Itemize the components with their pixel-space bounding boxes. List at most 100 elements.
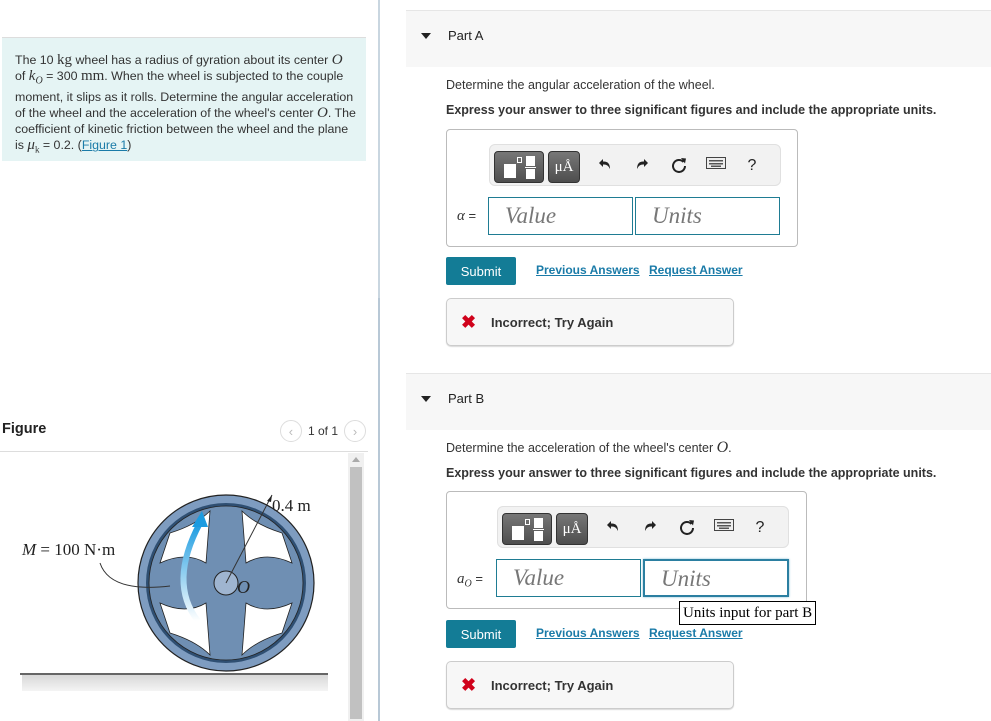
redo-icon: [645, 521, 656, 531]
problem-text: = 0.2.: [39, 138, 78, 153]
radius-label: 0.4 m: [272, 496, 311, 515]
question-text: Determine the acceleration of the wheel'…: [446, 441, 717, 455]
unit-mm: mm: [80, 68, 105, 84]
help-icon: ?: [747, 157, 757, 174]
caret-down-icon: [421, 396, 431, 402]
figure-page-count: 1 of 1: [307, 424, 338, 438]
part-a-request-answer-link[interactable]: Request Answer: [649, 263, 743, 277]
var-O: O: [716, 439, 729, 456]
part-a-units-input[interactable]: Units: [635, 197, 780, 235]
figure-image: 0.4 m O M = 100 N·m: [0, 453, 348, 721]
keyboard-button[interactable]: [705, 155, 727, 169]
chevron-left-icon: ‹: [288, 423, 294, 439]
part-a-previous-answers-link[interactable]: Previous Answers: [536, 263, 640, 277]
keyboard-icon: [714, 519, 734, 531]
equals-sign: =: [471, 571, 483, 586]
part-a-question: Determine the angular acceleration of th…: [446, 78, 715, 92]
part-a-toolbar: μÅ ?: [489, 144, 781, 186]
figure-pager: ‹ 1 of 1 ›: [279, 420, 366, 442]
var-a-sub: O: [464, 578, 472, 590]
problem-text: wheel has a radius of gyration about its…: [72, 53, 332, 67]
ground: [22, 675, 328, 691]
problem-text: of: [15, 69, 29, 83]
scroll-up-icon[interactable]: [352, 457, 360, 462]
undo-button[interactable]: [594, 155, 616, 171]
part-a-answer-box: μÅ ? α = Value Units: [446, 129, 798, 247]
part-b-toolbar: μÅ ?: [497, 506, 789, 548]
var-mu: μ: [27, 137, 35, 154]
figure-header: Figure ‹ 1 of 1 ›: [0, 418, 368, 452]
problem-text: The 10: [15, 53, 58, 67]
units-button[interactable]: μÅ: [548, 151, 580, 183]
next-figure-button[interactable]: ›: [344, 420, 366, 442]
part-b-request-answer-link[interactable]: Request Answer: [649, 626, 743, 640]
figure-scrollbar[interactable]: [348, 453, 364, 721]
paren: ): [127, 138, 132, 153]
part-b-header[interactable]: Part B: [406, 373, 991, 430]
pane-divider-top: [378, 0, 380, 298]
part-a-instruction: Express your answer to three significant…: [446, 103, 937, 117]
moment-label: M = 100 N·m: [21, 540, 115, 559]
problem-text: = 300: [42, 69, 81, 83]
help-button[interactable]: ?: [741, 155, 763, 177]
scrollbar-thumb[interactable]: [350, 467, 362, 719]
var-alpha: α: [457, 208, 465, 224]
keyboard-icon: [706, 157, 726, 169]
equals-sign: =: [464, 208, 477, 223]
left-pane: The 10 kg wheel has a radius of gyration…: [0, 0, 378, 721]
part-b-variable: aO =: [457, 571, 483, 590]
undo-button[interactable]: [602, 517, 624, 533]
part-b-units-input[interactable]: Units: [643, 559, 789, 597]
figure-link[interactable]: Figure 1: [82, 138, 127, 152]
undo-icon: [599, 159, 610, 169]
reset-icon: [680, 520, 694, 535]
problem-statement: The 10 kg wheel has a radius of gyration…: [2, 37, 366, 161]
x-mark-icon: ✖: [461, 675, 477, 695]
redo-button[interactable]: [631, 155, 653, 171]
units-icon: μÅ: [554, 158, 574, 175]
undo-icon: [607, 521, 618, 531]
var-k-sub: O: [35, 75, 43, 87]
part-b-feedback-text: Incorrect; Try Again: [491, 678, 614, 693]
center-label: O: [237, 577, 250, 597]
part-b-submit-button[interactable]: Submit: [446, 620, 516, 648]
reset-icon: [672, 158, 686, 173]
redo-button[interactable]: [639, 517, 661, 533]
part-a-feedback: ✖ Incorrect; Try Again: [446, 298, 734, 346]
part-a-value-input[interactable]: Value: [488, 197, 633, 235]
x-mark-icon: ✖: [461, 312, 477, 332]
part-a-label: Part A: [448, 28, 484, 43]
keyboard-button[interactable]: [713, 517, 735, 531]
part-b-value-input[interactable]: Value: [496, 559, 641, 597]
reset-button[interactable]: [676, 517, 698, 535]
part-b-instruction: Express your answer to three significant…: [446, 466, 937, 480]
templates-button[interactable]: [494, 151, 544, 183]
chevron-right-icon: ›: [352, 423, 358, 439]
redo-icon: [637, 159, 648, 169]
units-icon: μÅ: [562, 520, 582, 537]
units-tooltip: Units input for part B: [679, 601, 817, 625]
reset-button[interactable]: [668, 155, 690, 173]
figure-title: Figure: [2, 421, 47, 437]
help-button[interactable]: ?: [749, 517, 771, 539]
units-button[interactable]: μÅ: [556, 513, 588, 545]
part-b-question: Determine the acceleration of the wheel'…: [446, 439, 732, 457]
part-a-submit-button[interactable]: Submit: [446, 257, 516, 285]
part-a-header[interactable]: Part A: [406, 10, 991, 67]
var-a: a: [457, 571, 465, 587]
templates-button[interactable]: [502, 513, 552, 545]
prev-figure-button[interactable]: ‹: [279, 420, 302, 442]
part-a-feedback-text: Incorrect; Try Again: [491, 315, 614, 330]
part-b-feedback: ✖ Incorrect; Try Again: [446, 661, 734, 709]
caret-down-icon: [421, 33, 431, 39]
var-O: O: [317, 105, 328, 122]
part-b-label: Part B: [448, 391, 485, 406]
wheel-diagram: 0.4 m O M = 100 N·m: [20, 494, 328, 691]
help-icon: ?: [755, 519, 765, 536]
var-O: O: [331, 52, 343, 68]
part-b-previous-answers-link[interactable]: Previous Answers: [536, 626, 640, 640]
part-b-answer-box: μÅ ? aO = Value Units: [446, 491, 807, 609]
part-a-variable: α =: [457, 208, 476, 225]
question-text: .: [728, 441, 732, 455]
unit-kg: kg: [57, 52, 73, 68]
